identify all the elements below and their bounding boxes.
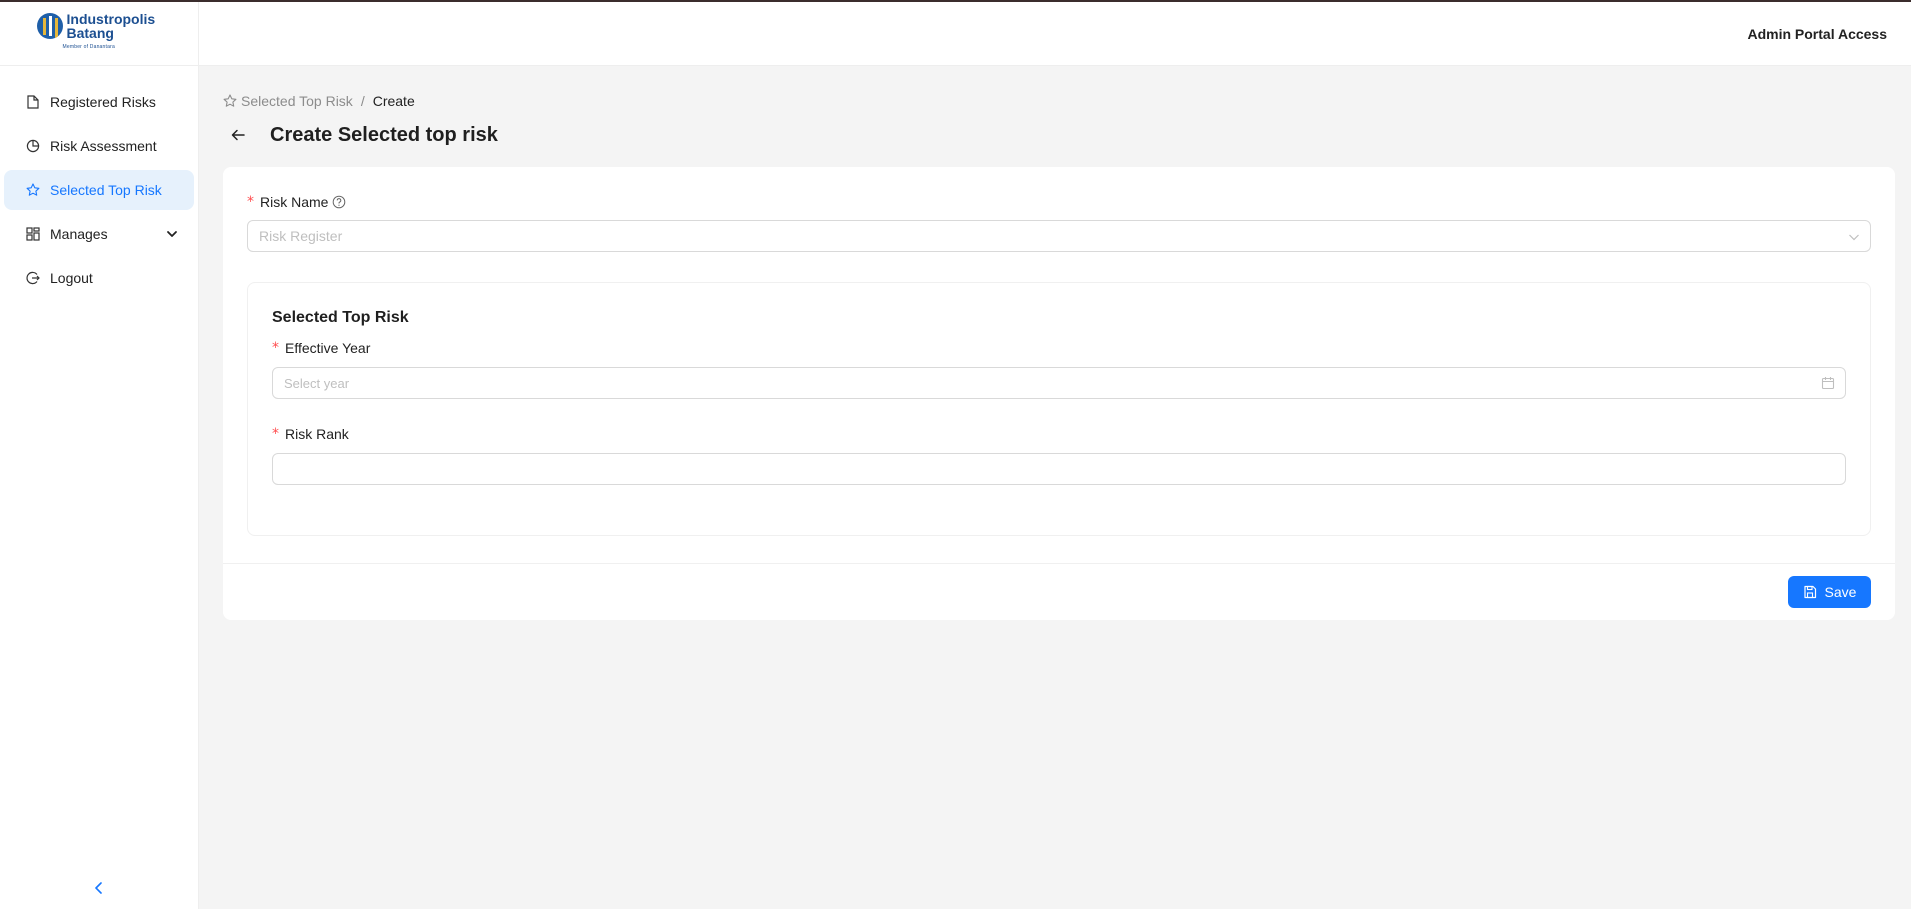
chevron-down-icon[interactable] [166, 227, 178, 243]
risk-name-select[interactable]: Risk Register [247, 220, 1871, 252]
breadcrumb-current: Create [372, 93, 415, 109]
question-circle-icon[interactable] [332, 195, 346, 209]
logo-text: Industropolis Batang [67, 12, 156, 40]
dashboard-icon [26, 227, 40, 241]
sidebar-menu: Registered Risks Risk Assessment Selecte… [0, 66, 198, 298]
sidebar-item-label: Selected Top Risk [50, 182, 162, 198]
sidebar-item-risk-assessment[interactable]: Risk Assessment [4, 126, 194, 166]
logo-name-line1: Industropolis [66, 11, 156, 27]
logo[interactable]: Industropolis Batang Member of Danantara [36, 12, 162, 50]
save-button[interactable]: Save [1788, 576, 1871, 608]
required-mark: * [272, 426, 279, 442]
sidebar-item-registered-risks[interactable]: Registered Risks [4, 82, 194, 122]
effective-year-label-text: Effective Year [285, 340, 371, 356]
chevron-down-icon [1848, 230, 1860, 246]
logo-top: Industropolis Batang [36, 12, 156, 40]
logout-icon [26, 271, 40, 285]
logo-area: Industropolis Batang Member of Danantara [0, 2, 198, 66]
file-icon [26, 95, 40, 109]
risk-name-placeholder: Risk Register [259, 228, 343, 244]
sidebar-item-label: Risk Assessment [50, 138, 157, 154]
calendar-icon [1821, 376, 1835, 393]
breadcrumb-parent[interactable]: Selected Top Risk [241, 93, 353, 109]
risk-name-label-text: Risk Name [260, 194, 329, 210]
sidebar-item-label: Registered Risks [50, 94, 156, 110]
page-header: Create Selected top risk [223, 122, 1895, 148]
logo-tagline: Member of Danantara [62, 44, 115, 50]
section-title: Selected Top Risk [272, 309, 409, 326]
selected-top-risk-section: Selected Top Risk * Effective Year Selec… [247, 282, 1871, 536]
form-card: * Risk Name Risk Register Selected Top R… [223, 167, 1895, 620]
required-mark: * [272, 340, 279, 356]
star-icon [26, 183, 40, 197]
effective-year-label: * Effective Year [272, 340, 370, 356]
sidebar-item-manages[interactable]: Manages [4, 214, 194, 254]
page-title: Create Selected top risk [270, 123, 498, 146]
save-icon [1803, 585, 1817, 599]
sidebar: Industropolis Batang Member of Danantara… [0, 2, 199, 909]
pie-chart-icon [26, 139, 40, 153]
logo-name-line2: Batang [66, 25, 114, 41]
star-icon [223, 94, 237, 108]
arrow-left-icon[interactable] [230, 127, 246, 143]
sidebar-item-selected-top-risk[interactable]: Selected Top Risk [4, 170, 194, 210]
main-content: Selected Top Risk / Create Create Select… [223, 92, 1895, 620]
effective-year-picker[interactable]: Select year [272, 367, 1846, 399]
save-label: Save [1824, 584, 1857, 600]
required-mark: * [247, 194, 254, 210]
effective-year-placeholder: Select year [284, 376, 350, 391]
risk-rank-input[interactable] [272, 453, 1846, 485]
user-menu[interactable]: Admin Portal Access [1747, 26, 1887, 42]
card-footer-divider [223, 563, 1895, 564]
logo-mark-icon [36, 13, 63, 39]
risk-rank-label: * Risk Rank [272, 426, 349, 442]
risk-rank-label-text: Risk Rank [285, 426, 349, 442]
risk-name-label: * Risk Name [247, 194, 346, 210]
collapse-sidebar-icon[interactable] [91, 880, 107, 896]
sidebar-item-label: Manages [50, 226, 108, 242]
sidebar-item-logout[interactable]: Logout [4, 258, 194, 298]
top-header: Admin Portal Access [199, 2, 1911, 66]
breadcrumb: Selected Top Risk / Create [223, 92, 1895, 110]
breadcrumb-separator: / [360, 93, 365, 109]
sidebar-item-label: Logout [50, 270, 93, 286]
